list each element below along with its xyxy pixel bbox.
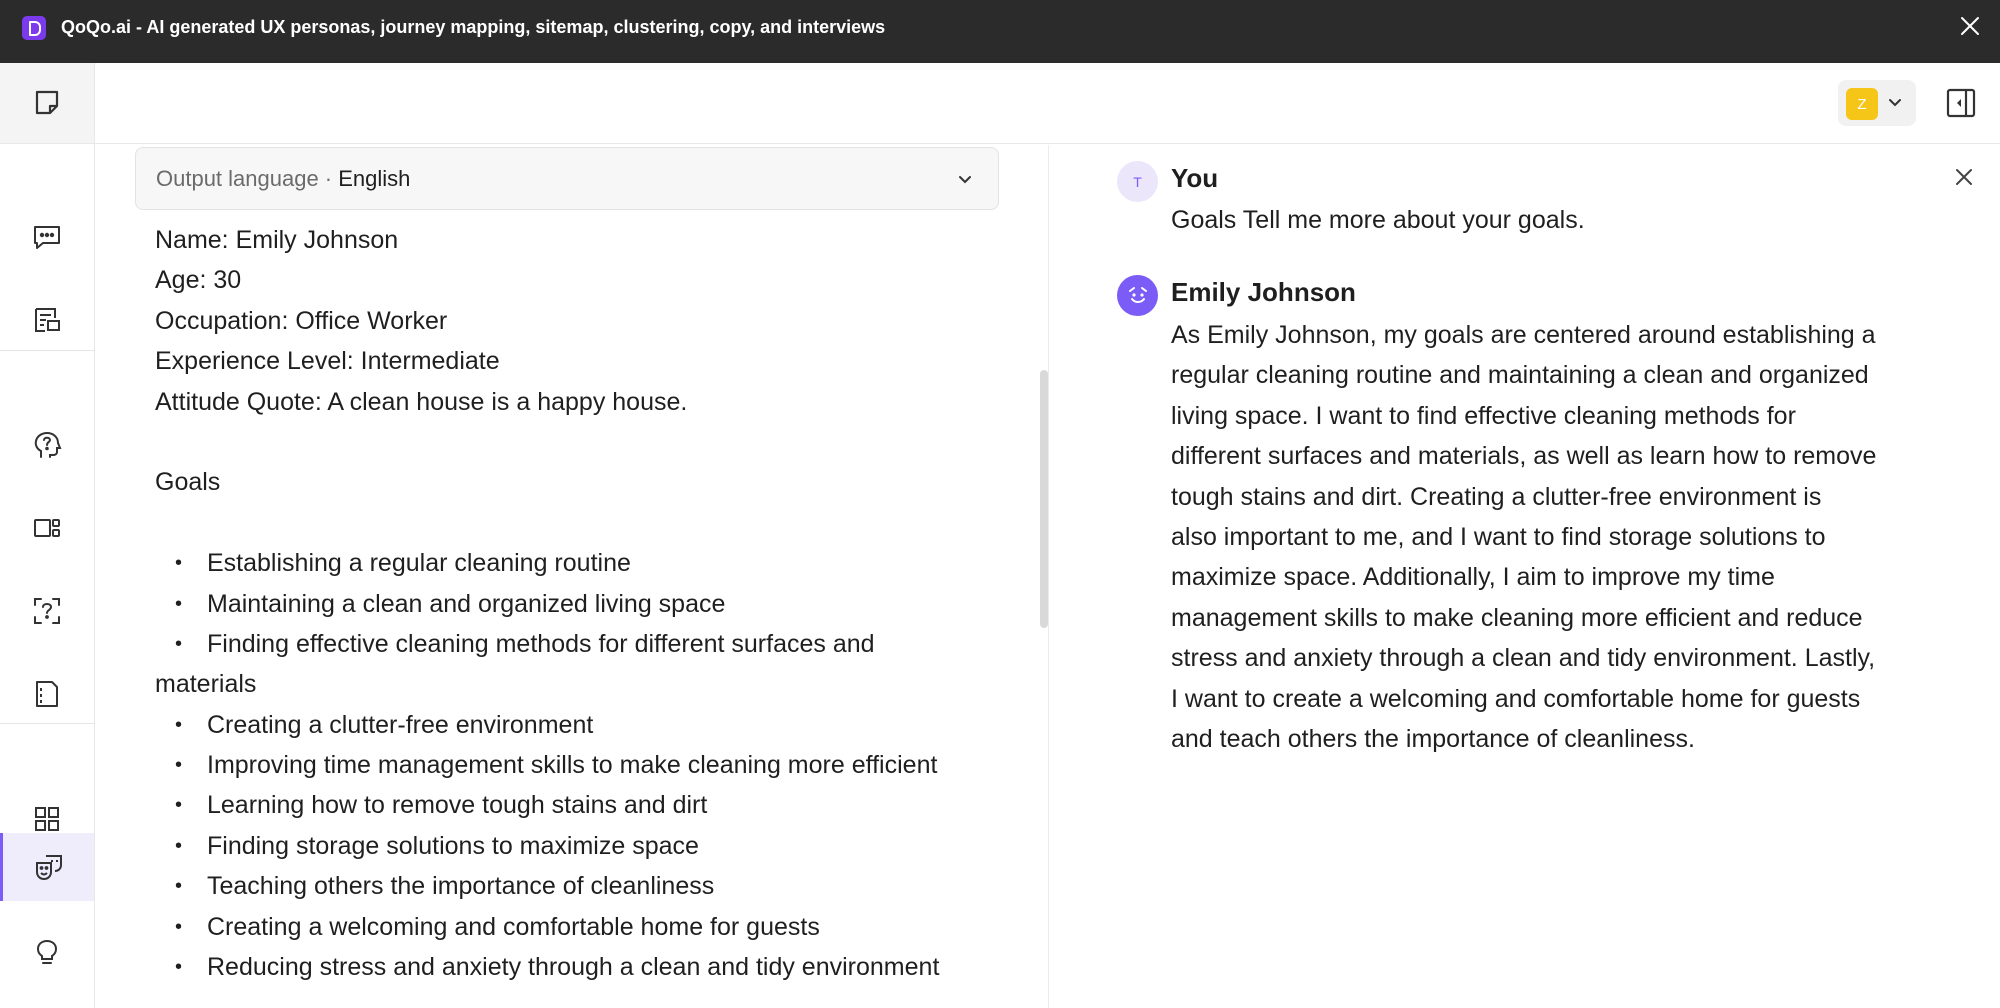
sidebar-divider (0, 350, 94, 351)
sidebar-item-personas[interactable] (0, 833, 94, 901)
message-line: regular cleaning routine and maintaining… (1171, 361, 1869, 390)
qoqo-logo-icon (22, 16, 46, 40)
goal-item: Finding storage solutions to maximize sp… (155, 826, 1015, 867)
persona-avatar-icon (1117, 275, 1158, 316)
persona-panel: Output language · English Name: Emily Jo… (95, 145, 1048, 1008)
grid-icon (35, 807, 59, 831)
lightbulb-icon (36, 939, 58, 964)
document-list-icon (35, 308, 60, 332)
sidebar-item-questions[interactable] (0, 577, 94, 645)
goal-item: Teaching others the importance of cleanl… (155, 866, 1015, 907)
sidebar-item-research[interactable] (0, 411, 94, 479)
persona-quote: Attitude Quote: A clean house is a happy… (155, 387, 688, 416)
sidebar (0, 63, 95, 1008)
message-author: Emily Johnson (1171, 277, 1356, 307)
persona-name: Name: Emily Johnson (155, 226, 399, 254)
message-line: As Emily Johnson, my goals are centered … (1171, 321, 1876, 349)
persona-message: As Emily Johnson, my goals are centered … (1171, 315, 1951, 759)
question-head-icon (34, 431, 62, 458)
goal-item: Creating a clutter-free environment (155, 705, 1015, 746)
user-menu-button[interactable]: Z (1838, 80, 1916, 126)
message-line: also important to me, and I want to find… (1171, 523, 1826, 552)
goal-item: Improving time management skills to make… (155, 745, 1015, 786)
user-avatar: T (1117, 161, 1158, 202)
document-icon (36, 681, 58, 707)
persona-age: Age: 30 (155, 266, 242, 295)
sidebar-item-document[interactable] (0, 660, 94, 728)
chat-icon (34, 226, 60, 249)
persona-experience: Experience Level: Intermediate (155, 347, 500, 376)
goal-item: Establishing a regular cleaning routine (155, 543, 1015, 584)
window-close-icon[interactable] (1958, 14, 1982, 38)
header (95, 63, 2000, 144)
panel-toggle-icon[interactable] (1946, 88, 1976, 118)
message-line: management skills to make cleaning more … (1171, 603, 1863, 632)
goal-item: Creating a welcoming and comfortable hom… (155, 907, 1015, 948)
output-language-prefix: Output language · (156, 166, 339, 191)
scrollbar[interactable] (1040, 370, 1048, 628)
message-line: tough stains and dirt. Creating a clutte… (1171, 482, 1822, 511)
goal-item: Learning how to remove tough stains and … (155, 785, 1015, 826)
goals-heading: Goals (155, 468, 221, 497)
avatar: Z (1846, 88, 1878, 120)
chevron-down-icon (1889, 99, 1901, 107)
message-line: stress and anxiety through a clean and t… (1171, 644, 1876, 673)
goal-item-continuation: materials (155, 670, 257, 699)
window-title: QoQo.ai - AI generated UX personas, jour… (61, 17, 886, 37)
message-line: living space. I want to find effective c… (1171, 401, 1796, 430)
goal-item: Finding effective cleaning methods for d… (155, 624, 1015, 665)
sidebar-item-ideas[interactable] (0, 918, 94, 986)
goal-item: Reducing stress and anxiety through a cl… (155, 947, 1015, 988)
output-language-label: Output language · English (156, 166, 410, 192)
sidebar-item-documents[interactable] (0, 286, 94, 354)
chevron-down-icon (959, 176, 971, 184)
question-frame-icon (34, 598, 60, 624)
layout-icon (34, 519, 60, 537)
user-message: Goals Tell me more about your goals. (1171, 206, 1585, 234)
chat-panel: T You Goals Tell me more about your goal… (1049, 145, 2000, 1008)
sidebar-item-chat[interactable] (0, 203, 94, 271)
goal-item: Maintaining a clean and organized living… (155, 584, 1015, 625)
close-icon[interactable] (1952, 165, 1976, 189)
message-author: You (1171, 163, 1219, 193)
title-bar: QoQo.ai - AI generated UX personas, jour… (0, 0, 2000, 63)
sidebar-item-layout[interactable] (0, 494, 94, 562)
sidebar-item-new-note[interactable] (0, 63, 94, 144)
output-language-value: English (338, 166, 411, 191)
output-language-select[interactable]: Output language · English (135, 147, 999, 210)
sidebar-divider (0, 723, 94, 724)
persona-content: Name: Emily Johnson Age: 30 Occupation: … (155, 220, 1015, 988)
message-line: different surfaces and materials, as wel… (1171, 442, 1877, 471)
message-line: maximize space. Additionally, I aim to i… (1171, 563, 1775, 592)
message-line: and teach others the importance of clean… (1171, 725, 1695, 754)
message-line: I want to create a welcoming and comfort… (1171, 684, 1861, 713)
persona-masks-icon (35, 855, 62, 881)
new-note-icon (0, 69, 94, 137)
persona-occupation: Occupation: Office Worker (155, 306, 448, 335)
